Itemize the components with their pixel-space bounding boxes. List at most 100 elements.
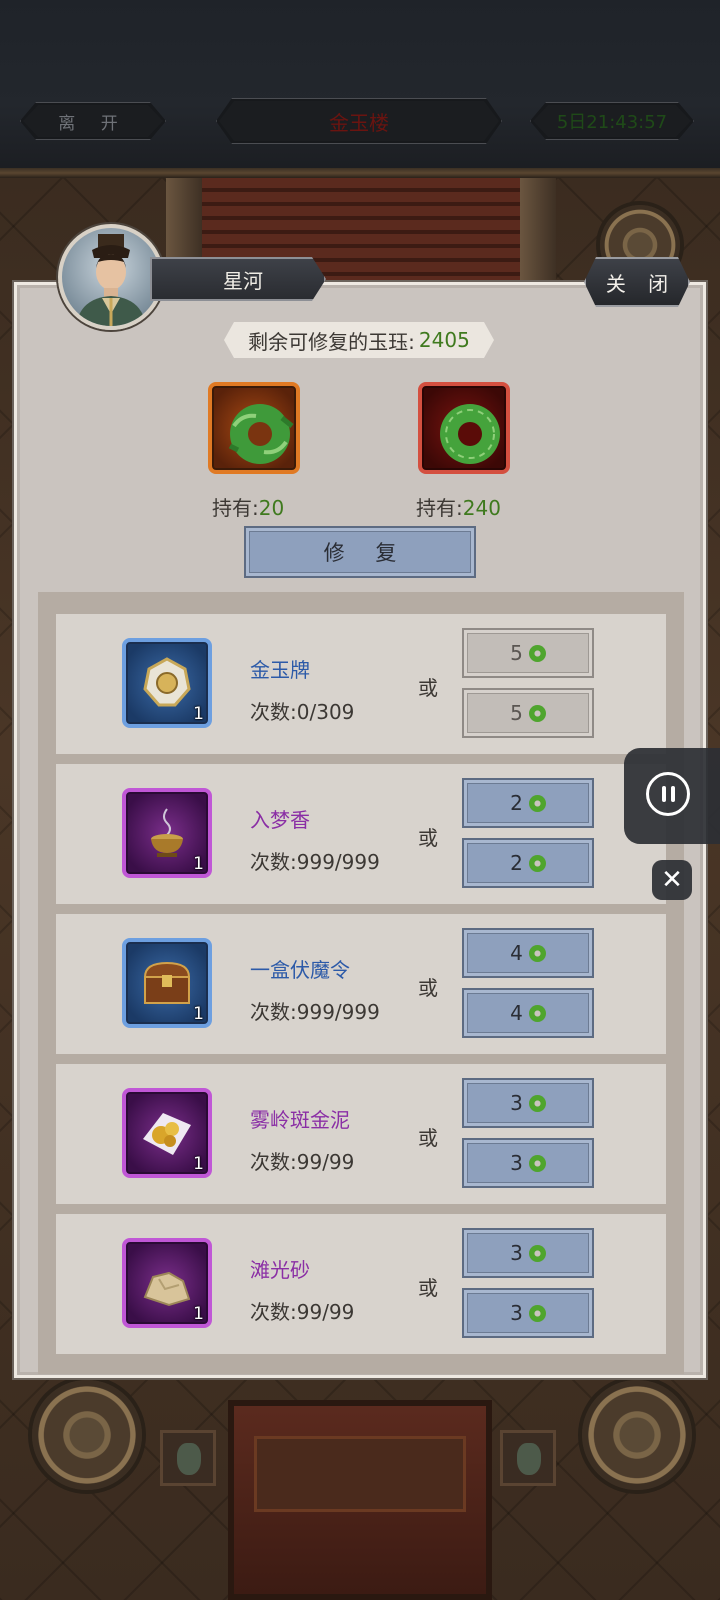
jade-slot-orange[interactable] — [208, 382, 300, 474]
cost-value: 3 — [510, 1241, 523, 1265]
or-label: 或 — [418, 976, 438, 1000]
jade-slot-red[interactable] — [418, 382, 510, 474]
location-label: 金玉楼 — [329, 110, 389, 135]
pot-decoration — [160, 1430, 216, 1486]
jade-plaque-icon — [143, 657, 191, 707]
remaining-label: 剩余可修复的玉珏: — [248, 329, 415, 354]
item-count: 次数:999/999 — [250, 996, 380, 1025]
or-label: 或 — [418, 1276, 438, 1300]
cost-value: 2 — [510, 851, 523, 875]
pause-icon — [646, 772, 690, 816]
bottom-desk — [228, 1400, 492, 1600]
item-count: 次数:0/309 — [250, 696, 354, 725]
count-value: 99/99 — [296, 1150, 355, 1174]
hold-label: 持有: — [416, 496, 463, 520]
list-item: 1 雾岭斑金泥 次数:99/99 或 3 3 — [56, 1064, 666, 1204]
medallion-decoration — [582, 1380, 692, 1490]
leave-label: 离 开 — [58, 113, 128, 134]
item-name: 入梦香 — [250, 808, 310, 832]
player-name-bar: 星河 — [150, 257, 326, 301]
list-item: 1 滩光砂 次数:99/99 或 3 3 — [56, 1214, 666, 1354]
hold-count-orange: 持有:20 — [212, 492, 284, 521]
pillar-right — [520, 178, 556, 288]
close-label: 关 闭 — [605, 271, 677, 296]
jade-coin-icon — [528, 854, 546, 872]
jade-disc-icon — [228, 404, 294, 464]
item-quantity: 1 — [193, 704, 204, 724]
reward-list: 1 金玉牌 次数:0/309 或 5 5 1 入梦香 次数:999/999 或 … — [38, 592, 684, 1374]
or-label: 或 — [418, 676, 438, 700]
cost-button-red-jade[interactable]: 2 — [462, 838, 594, 888]
item-icon-slot[interactable]: 1 — [122, 938, 212, 1028]
close-button[interactable]: 关 闭 — [584, 257, 690, 307]
item-name: 一盒伏魔令 — [250, 958, 350, 982]
item-name: 雾岭斑金泥 — [250, 1108, 350, 1132]
jade-coin-icon — [528, 944, 546, 962]
treasure-chest-icon — [143, 961, 191, 1004]
floating-close-button[interactable]: ✕ — [652, 860, 692, 900]
pot-decoration — [500, 1430, 556, 1486]
cost-value: 2 — [510, 791, 523, 815]
cost-value: 4 — [510, 1001, 523, 1025]
timer-label: 5日21:43:57 — [556, 112, 668, 133]
cost-button-red-jade[interactable]: 3 — [462, 1288, 594, 1338]
cost-value: 5 — [510, 641, 523, 665]
cost-button-orange-jade[interactable]: 2 — [462, 778, 594, 828]
item-count: 次数:999/999 — [250, 846, 380, 875]
jade-coin-icon — [528, 1094, 546, 1112]
jade-disc-icon — [440, 404, 500, 464]
item-count: 次数:99/99 — [250, 1296, 354, 1325]
count-value: 99/99 — [296, 1300, 355, 1324]
cost-value: 3 — [510, 1091, 523, 1115]
item-icon-slot[interactable]: 1 — [122, 638, 212, 728]
item-quantity: 1 — [193, 1304, 204, 1324]
count-label: 次数: — [250, 700, 297, 724]
item-name: 滩光砂 — [250, 1258, 310, 1282]
list-item: 1 一盒伏魔令 次数:999/999 或 4 4 — [56, 914, 666, 1054]
jade-coin-icon — [528, 794, 546, 812]
cost-button-red-jade[interactable]: 5 — [462, 688, 594, 738]
item-quantity: 1 — [193, 1004, 204, 1024]
item-name: 金玉牌 — [250, 658, 310, 682]
remaining-value: 2405 — [418, 328, 470, 352]
count-label: 次数: — [250, 1150, 297, 1174]
item-icon-slot[interactable]: 1 — [122, 1238, 212, 1328]
count-label: 次数: — [250, 850, 297, 874]
or-label: 或 — [418, 826, 438, 850]
sand-stone-icon — [143, 1271, 191, 1307]
cost-button-orange-jade[interactable]: 5 — [462, 628, 594, 678]
count-label: 次数: — [250, 1300, 297, 1324]
incense-burner-icon — [151, 808, 183, 857]
jade-coin-icon — [528, 644, 546, 662]
header-border — [0, 168, 720, 178]
cost-button-orange-jade[interactable]: 3 — [462, 1228, 594, 1278]
floating-pause-button[interactable] — [624, 748, 720, 844]
cost-value: 4 — [510, 941, 523, 965]
item-icon-slot[interactable]: 1 — [122, 1088, 212, 1178]
event-timer: 5日21:43:57 — [530, 102, 694, 140]
jade-coin-icon — [528, 1304, 546, 1322]
hold-count-red: 持有:240 — [416, 492, 501, 521]
count-value: 999/999 — [296, 1000, 380, 1024]
hold-value: 20 — [258, 496, 285, 520]
count-value: 999/999 — [296, 850, 380, 874]
jade-coin-icon — [528, 1154, 546, 1172]
cost-value: 3 — [510, 1301, 523, 1325]
cost-value: 3 — [510, 1151, 523, 1175]
avatar-portrait-icon — [76, 234, 146, 326]
close-icon: ✕ — [661, 865, 683, 895]
repair-button[interactable]: 修 复 — [244, 526, 476, 578]
avatar — [58, 224, 164, 330]
location-title: 金玉楼 — [216, 98, 502, 144]
item-icon-slot[interactable]: 1 — [122, 788, 212, 878]
jade-coin-icon — [528, 1244, 546, 1262]
count-value: 0/309 — [296, 700, 355, 724]
cost-button-red-jade[interactable]: 4 — [462, 988, 594, 1038]
player-name: 星河 — [223, 268, 263, 293]
cost-button-red-jade[interactable]: 3 — [462, 1138, 594, 1188]
cost-button-orange-jade[interactable]: 4 — [462, 928, 594, 978]
top-header-bg — [0, 0, 720, 175]
leave-button[interactable]: 离 开 — [20, 102, 166, 140]
cost-button-orange-jade[interactable]: 3 — [462, 1078, 594, 1128]
repair-label: 修 复 — [323, 541, 409, 565]
